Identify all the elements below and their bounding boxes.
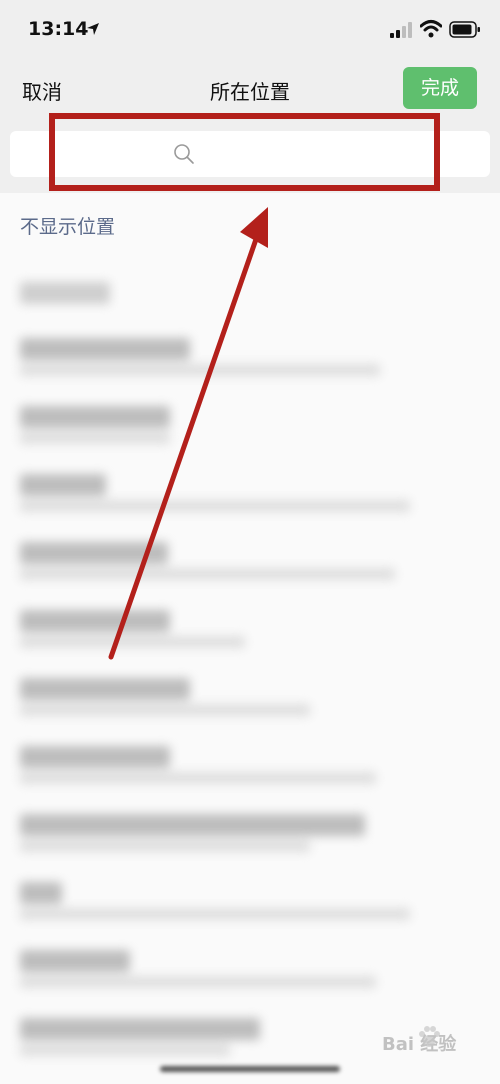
list-item[interactable] (20, 678, 310, 716)
list-item-subtitle (20, 568, 395, 580)
list-item[interactable] (20, 1018, 260, 1056)
done-button[interactable]: 完成 (403, 67, 477, 109)
list-item-subtitle (20, 636, 245, 648)
list-item-subtitle (20, 772, 376, 784)
nav-bar: 所在位置 取消 完成 (0, 62, 500, 117)
list-item[interactable] (20, 474, 410, 512)
list-item-title (20, 474, 106, 496)
list-item-subtitle (20, 704, 310, 716)
status-bar: 13:14 (0, 0, 500, 62)
list-item-subtitle (20, 976, 376, 988)
list-item-title (20, 950, 130, 972)
list-item-title (20, 406, 170, 428)
list-item[interactable] (20, 610, 245, 648)
cancel-button[interactable]: 取消 (22, 76, 62, 105)
list-item-title (20, 610, 170, 632)
wifi-icon (420, 20, 442, 38)
list-item-title (20, 542, 168, 564)
list-item-title (20, 746, 170, 768)
cellular-signal-icon (390, 22, 412, 38)
battery-icon (449, 21, 480, 38)
list-item[interactable] (20, 814, 365, 852)
status-time: 13:14 (28, 18, 89, 40)
list-item-subtitle (20, 500, 410, 512)
list-item-subtitle (20, 840, 310, 852)
list-item-title (20, 338, 190, 360)
hide-location-option[interactable]: 不显示位置 (20, 212, 115, 239)
home-indicator (160, 1066, 340, 1072)
annotation-arrow-head (240, 207, 268, 248)
list-item-title (20, 1018, 260, 1040)
list-item[interactable] (20, 542, 395, 580)
search-placeholder (250, 144, 330, 158)
list-item[interactable] (20, 746, 376, 784)
search-area (0, 117, 500, 193)
search-input[interactable] (10, 131, 490, 177)
list-item[interactable] (20, 950, 376, 988)
list-item-subtitle (20, 908, 410, 920)
list-item-title (20, 282, 110, 304)
list-item[interactable] (20, 882, 410, 920)
list-item-title (20, 678, 190, 700)
list-item-subtitle (20, 1044, 230, 1056)
search-icon (174, 144, 194, 164)
list-item-title (20, 814, 365, 836)
list-item-title (20, 882, 62, 904)
list-item-subtitle (20, 364, 380, 376)
list-item[interactable] (20, 282, 110, 304)
list-item[interactable] (20, 338, 380, 376)
location-arrow-icon (87, 23, 99, 35)
baidu-paw-icon (419, 1026, 440, 1047)
list-item-subtitle (20, 432, 170, 444)
list-item[interactable] (20, 406, 170, 444)
